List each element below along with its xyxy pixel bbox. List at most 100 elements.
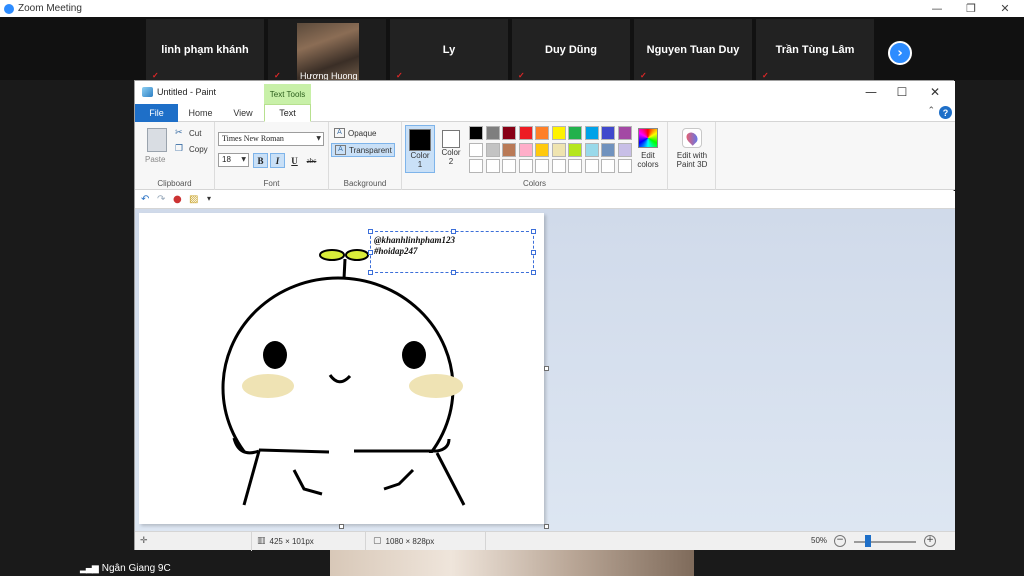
opaque-icon: A — [334, 128, 345, 138]
color-swatch[interactable] — [568, 126, 582, 140]
color-swatch[interactable] — [584, 159, 599, 173]
resize-handle[interactable] — [531, 229, 536, 234]
resize-handle[interactable] — [368, 229, 373, 234]
paste-icon[interactable] — [147, 128, 167, 152]
restore-icon[interactable]: ❐ — [954, 0, 988, 17]
color-swatch[interactable] — [485, 142, 500, 157]
color-swatch[interactable] — [584, 126, 599, 140]
color1-swatch — [409, 129, 431, 151]
color-swatch[interactable] — [518, 159, 533, 173]
color-swatch[interactable] — [617, 142, 632, 157]
canvas-resize-handle[interactable] — [544, 524, 549, 529]
clipboard-group-label: Clipboard — [157, 179, 192, 188]
edit-with-paint3d-button[interactable]: Edit with Paint 3D — [671, 126, 713, 174]
color-swatch[interactable] — [601, 126, 615, 140]
help-icon[interactable]: ? — [939, 106, 952, 119]
background-group: A Opaque A Transparent Background — [329, 122, 402, 190]
text-tools-context-label: Text Tools — [264, 84, 311, 104]
left-blush — [242, 374, 294, 398]
italic-button[interactable]: I — [270, 153, 285, 168]
color1-button[interactable]: Color 1 — [405, 125, 435, 173]
transparent-option[interactable]: A Transparent — [331, 143, 395, 157]
bold-button[interactable]: B — [253, 153, 268, 168]
color-swatch[interactable] — [535, 142, 549, 157]
text-selection-box[interactable]: @khanhlinhpham123 #hoidap247 — [368, 229, 536, 275]
color-swatch[interactable] — [469, 159, 483, 173]
color-swatch[interactable] — [502, 142, 516, 157]
participant-tile[interactable]: Trần Tùng Lâm ✓ — [756, 19, 874, 80]
muted-mic-icon: ✓ — [152, 71, 159, 80]
save-icon[interactable]: ● — [173, 194, 182, 205]
zoom-in-icon[interactable]: + — [924, 535, 936, 547]
minimize-icon[interactable]: — — [920, 0, 954, 17]
color-swatch[interactable] — [601, 142, 615, 157]
tab-home[interactable]: Home — [179, 104, 222, 122]
paste-icon[interactable]: ▨ — [189, 194, 198, 205]
close-icon[interactable]: ✕ — [988, 0, 1022, 17]
undo-icon[interactable]: ↶ — [141, 194, 149, 205]
customize-qat-icon[interactable]: ▾ — [207, 194, 211, 203]
color-swatch[interactable] — [535, 126, 549, 140]
colors-group-label: Colors — [522, 179, 547, 188]
color-swatch[interactable] — [535, 159, 549, 173]
tab-view[interactable]: View — [223, 104, 263, 122]
underline-button[interactable]: U — [287, 153, 302, 168]
redo-icon[interactable]: ↷ — [157, 194, 165, 205]
participant-tile[interactable]: linh phạm khánh ✓ — [146, 19, 264, 80]
canvas-resize-handle[interactable] — [544, 366, 549, 371]
ribbon-tabs: File Home View Text ⌃ ? — [135, 104, 955, 122]
participant-tile[interactable]: Duy Dũng ✓ — [512, 19, 630, 80]
color-swatch[interactable] — [617, 126, 632, 140]
chevron-down-icon: ▼ — [316, 135, 321, 142]
cut-button[interactable]: ✂ Cut — [175, 128, 201, 138]
tab-text[interactable]: Text — [264, 104, 311, 122]
close-icon[interactable]: ✕ — [920, 83, 950, 101]
strikethrough-button[interactable]: abc — [304, 153, 319, 168]
color-swatch[interactable] — [601, 159, 615, 173]
resize-handle[interactable] — [368, 270, 373, 275]
resize-handle[interactable] — [531, 250, 536, 255]
tab-file[interactable]: File — [135, 104, 178, 122]
canvas-resize-handle[interactable] — [339, 524, 344, 529]
font-size-value: 18 — [222, 155, 231, 164]
opaque-option[interactable]: A Opaque — [331, 126, 395, 140]
paste-button[interactable]: Paste — [145, 155, 165, 164]
zoom-out-icon[interactable]: − — [834, 535, 846, 547]
resize-handle[interactable] — [451, 270, 456, 275]
zoom-slider-track[interactable] — [854, 541, 916, 543]
edit-colors-button[interactable]: Edit colors — [633, 126, 663, 174]
color-swatch[interactable] — [568, 159, 582, 173]
selection-icon: ▥ — [257, 536, 266, 546]
resize-handle[interactable] — [531, 270, 536, 275]
active-speaker-name: Ngân Giang 9C — [101, 563, 171, 574]
color-swatch[interactable] — [502, 159, 516, 173]
color-swatch[interactable] — [485, 159, 500, 173]
font-size-select[interactable]: 18 ▼ — [218, 153, 249, 167]
color-swatch[interactable] — [518, 142, 533, 157]
color-swatch[interactable] — [584, 142, 599, 157]
color-swatch[interactable] — [518, 126, 533, 140]
next-page-icon[interactable]: › — [888, 41, 912, 65]
color-swatch[interactable] — [502, 126, 516, 140]
color-swatch[interactable] — [551, 142, 566, 157]
maximize-icon[interactable]: ☐ — [887, 83, 917, 101]
color-swatch[interactable] — [469, 142, 483, 157]
collapse-ribbon-icon[interactable]: ⌃ — [927, 106, 935, 116]
participant-tile[interactable]: Ly ✓ — [390, 19, 508, 80]
cursor-position-icon: ✛ — [140, 536, 148, 546]
minimize-icon[interactable]: — — [856, 83, 886, 101]
color-swatch[interactable] — [568, 142, 582, 157]
zoom-slider-thumb[interactable] — [865, 535, 871, 547]
drawing-canvas[interactable]: @khanhlinhpham123 #hoidap247 — [139, 213, 544, 524]
copy-button[interactable]: ❐ Copy — [175, 144, 208, 154]
resize-handle[interactable] — [451, 229, 456, 234]
resize-handle[interactable] — [368, 250, 373, 255]
color-swatch[interactable] — [469, 126, 483, 140]
color-swatch[interactable] — [485, 126, 500, 140]
color-swatch[interactable] — [551, 159, 566, 173]
participant-tile[interactable]: Nguyen Tuan Duy ✓ — [634, 19, 752, 80]
color-swatch[interactable] — [617, 159, 632, 173]
color-swatch[interactable] — [551, 126, 566, 140]
font-family-select[interactable]: Times New Roman ▼ — [218, 132, 324, 146]
color2-button[interactable]: Color 2 — [436, 125, 466, 173]
